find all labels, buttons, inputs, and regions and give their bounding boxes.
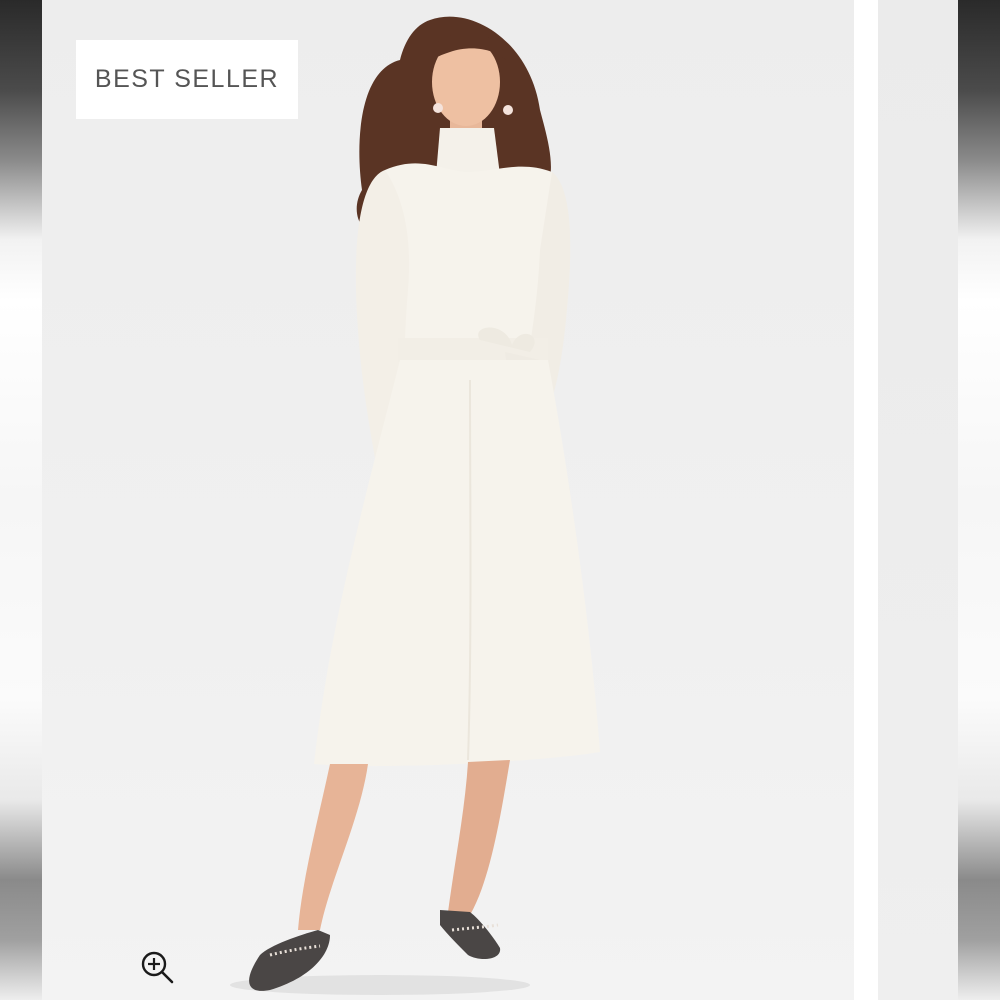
- previous-image-preview[interactable]: [0, 0, 42, 1000]
- model-photo: [230, 16, 600, 995]
- best-seller-label: BEST SELLER: [94, 65, 280, 93]
- zoom-button[interactable]: [134, 944, 180, 990]
- zoom-in-icon: [141, 951, 174, 984]
- blurred-edge-right: [958, 0, 1000, 1000]
- next-image-preview[interactable]: [878, 0, 958, 1000]
- best-seller-badge: BEST SELLER: [76, 40, 298, 119]
- product-gallery: BEST SELLER: [0, 0, 1000, 1000]
- product-image[interactable]: [42, 0, 854, 1000]
- gallery-divider: [854, 0, 878, 1000]
